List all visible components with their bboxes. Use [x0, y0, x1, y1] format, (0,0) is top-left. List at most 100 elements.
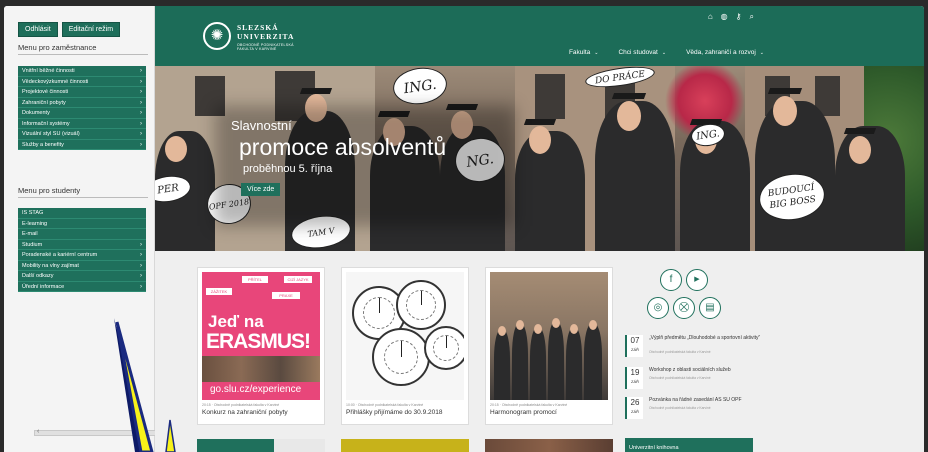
chevron-right-icon: › — [140, 262, 142, 269]
event-title[interactable]: Pozvánka na řádné zasedání AS SU OPF — [649, 397, 779, 404]
news-card-ceremony[interactable]: 20:15 · Obchodně podnikatelská fakulta v… — [485, 267, 613, 425]
instagram-icon[interactable]: ◎ — [647, 297, 669, 319]
staff-menu: Vnitřní běžné činnosti › Vědeckovýzkumné … — [18, 66, 146, 150]
main-navigation: Fakulta ⌄ Chci studovat ⌄ Věda, zahraničí … — [569, 49, 764, 56]
university-logo-icon[interactable]: ✺ — [203, 22, 231, 50]
erasmus-poster: PŘÍTEL CIZÍ JAZYK ZÁŽITEK PRAXE Jeď na E… — [202, 272, 320, 400]
student-menu-item[interactable]: Další odkazy › — [18, 271, 146, 282]
staff-menu-item[interactable]: Vizuální styl SU (vizuál) › — [18, 129, 146, 140]
chevron-right-icon: › — [140, 120, 142, 127]
event-item[interactable]: 07 ZÁŘ „Výplň předmětu „Dlouhodobé a spor… — [625, 335, 785, 361]
chevron-down-icon: ⌄ — [661, 50, 667, 56]
graduates-photo — [490, 272, 608, 400]
nav-item-chci-studovat[interactable]: Chci studovat ⌄ — [618, 49, 666, 56]
youtube-icon[interactable]: ▶ — [686, 269, 708, 291]
student-menu: IS STAG E-learning E-mail Studium › Porad… — [18, 208, 146, 292]
chevron-down-icon: ⌄ — [594, 50, 599, 56]
staff-menu-item[interactable]: Služby a benefity › — [18, 139, 146, 150]
poster-url: go.slu.cz/experience — [210, 384, 302, 395]
poster-box: PRAXE — [272, 292, 300, 299]
student-menu-item[interactable]: E-learning — [18, 218, 146, 229]
sidebar-buttons: Odhlásit Editační režim — [18, 22, 121, 37]
poster-box: ZÁŽITEK — [206, 288, 232, 295]
news-card-applications[interactable]: 10:00 · Obchodně podnikatelská fakulta v… — [341, 267, 469, 425]
student-menu-item[interactable]: Úřední informace › — [18, 281, 146, 292]
staff-menu-item[interactable]: Zahraniční pobyty › — [18, 97, 146, 108]
nav-item-veda[interactable]: Věda, zahraničí a rozvoj ⌄ — [686, 49, 764, 56]
event-item[interactable]: 26 ZÁŘ Pozvánka na řádné zasedání AS SU O… — [625, 397, 785, 423]
news-card-lower[interactable] — [197, 439, 325, 452]
chevron-right-icon: › — [140, 283, 142, 290]
cart-icon[interactable]: ⛒ — [673, 297, 695, 319]
card-title[interactable]: Přihlášky přijímáme do 30.9.2018 — [346, 409, 442, 416]
graduate-face — [165, 136, 187, 162]
stopwatch-image — [346, 272, 464, 400]
building-window — [535, 74, 565, 119]
graduation-cap — [843, 128, 877, 134]
event-date: 19 ZÁŘ — [625, 367, 643, 389]
staff-menu-item[interactable]: Projektové činnosti › — [18, 87, 146, 98]
logout-button[interactable]: Odhlásit — [18, 22, 58, 37]
hero-subtitle: proběhnou 5. října — [243, 163, 333, 175]
news-card-lower[interactable] — [485, 439, 613, 452]
library-box[interactable]: Univerzitní knihovna — [625, 438, 753, 452]
graduate-face — [617, 101, 641, 131]
hero-banner[interactable]: ING. DO PRÁCE NG. PER OPF 2018 TAM V KAR… — [155, 66, 924, 251]
event-organizer: Obchodně podnikatelská fakulta v Karviné — [649, 406, 711, 410]
graduation-cap — [611, 93, 647, 99]
student-menu-heading: Menu pro studenty — [18, 186, 148, 198]
hero-title: promoce absolventů — [239, 134, 447, 160]
event-title[interactable]: „Výplň předmětu „Dlouhodobé a sportovní … — [649, 335, 779, 342]
stopwatch-icon — [372, 328, 430, 386]
search-icon[interactable]: ⌕ — [750, 12, 754, 22]
site-header: ✺ SLEZSKÁ UNIVERZITA OBCHODNĚ PODNIKATEL… — [155, 6, 924, 66]
student-menu-item[interactable]: E-mail — [18, 229, 146, 240]
browser-page: Odhlásit Editační režim Menu pro zaměstn… — [4, 6, 924, 452]
graduation-cap — [299, 88, 333, 94]
staff-menu-item[interactable]: Vědeckovýzkumné činnosti › — [18, 76, 146, 87]
speech-bubble: ING. — [390, 66, 450, 108]
edit-mode-button[interactable]: Editační režim — [61, 22, 121, 37]
staff-menu-item[interactable]: Dokumenty › — [18, 108, 146, 119]
chevron-right-icon: › — [140, 110, 142, 116]
chevron-right-icon: › — [140, 68, 142, 74]
event-item[interactable]: 19 ZÁŘ Workshop z oblasti sociálních služ… — [625, 367, 785, 393]
student-menu-item[interactable]: IS STAG — [18, 208, 146, 219]
home-icon[interactable]: ⌂ — [708, 12, 713, 22]
card-title[interactable]: Harmonogram promocí — [490, 409, 557, 416]
card-title[interactable]: Konkurz na zahraniční pobyty — [202, 409, 288, 416]
chevron-right-icon: › — [140, 99, 142, 106]
staff-menu-item[interactable]: Vnitřní běžné činnosti › — [18, 66, 146, 77]
student-menu-item[interactable]: Studium › — [18, 239, 146, 250]
key-icon[interactable]: ⚷ — [736, 12, 742, 22]
scroll-left-arrow-icon[interactable]: ‹ — [37, 428, 39, 435]
globe-icon[interactable]: ◍ — [721, 12, 728, 22]
hero-more-button[interactable]: Více zde — [241, 183, 281, 196]
chevron-right-icon: › — [140, 141, 142, 148]
graduation-cap — [523, 119, 557, 125]
staff-menu-heading: Menu pro zaměstnance — [18, 43, 148, 55]
card-meta: 10:00 · Obchodně podnikatelská fakulta v… — [346, 403, 424, 407]
staff-menu-item[interactable]: Informační systémy › — [18, 118, 146, 129]
graduate-figure — [515, 131, 585, 251]
hero-kicker: Slavnostní — [231, 118, 292, 133]
graduate-face — [529, 126, 551, 154]
news-card-lower[interactable] — [341, 439, 469, 452]
header-icon-bar: ⌂ ◍ ⚷ ⌕ — [708, 12, 754, 22]
news-icon[interactable]: ▤ — [699, 297, 721, 319]
poster-box: PŘÍTEL — [242, 276, 268, 283]
nav-item-fakulta[interactable]: Fakulta ⌄ — [569, 49, 599, 56]
poster-box: CIZÍ JAZYK — [284, 276, 312, 283]
card-meta: 20:15 · Obchodně podnikatelská fakulta v… — [202, 403, 280, 407]
admin-sidebar: Odhlásit Editační režim Menu pro zaměstn… — [4, 6, 155, 452]
student-menu-item[interactable]: Mobility na vlny zajímat › — [18, 260, 146, 271]
poster-photo-strip — [202, 356, 320, 382]
graduate-face — [773, 96, 797, 126]
university-logo-text[interactable]: SLEZSKÁ UNIVERZITA OBCHODNĚ PODNIKATELSK… — [237, 23, 294, 51]
chevron-down-icon: ⌄ — [759, 50, 764, 56]
event-title[interactable]: Workshop z oblasti sociálních služeb — [649, 367, 779, 374]
facebook-icon[interactable]: f — [660, 269, 682, 291]
student-menu-item[interactable]: Poradenské a kariérní centrum › — [18, 250, 146, 261]
news-card-erasmus[interactable]: PŘÍTEL CIZÍ JAZYK ZÁŽITEK PRAXE Jeď na E… — [197, 267, 325, 425]
horizontal-scrollbar[interactable]: ‹ — [34, 428, 174, 436]
